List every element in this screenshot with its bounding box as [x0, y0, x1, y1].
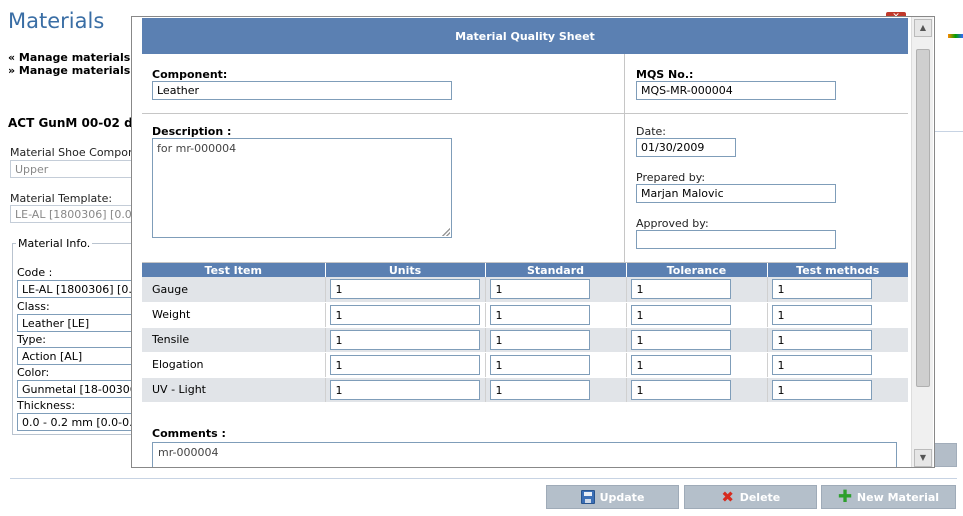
quality-test-table: Test Item Units Standard Tolerance Test … [142, 263, 908, 403]
units-input[interactable]: 1 [329, 279, 480, 300]
material-info-legend: Material Info. [16, 237, 93, 250]
table-row: Weight 1 1 1 1 [142, 302, 908, 328]
thickness-label: Thickness: [17, 399, 76, 412]
color-field[interactable]: Gunmetal [18-00306] [17, 380, 142, 398]
type-label: Type: [17, 333, 46, 346]
col-test-item: Test Item [142, 263, 325, 277]
test-methods-input[interactable]: 1 [771, 379, 872, 400]
scrollbar-thumb[interactable] [916, 49, 930, 387]
comments-label: Comments : [152, 427, 226, 440]
shoe-component-field[interactable]: Upper [10, 160, 140, 178]
col-standard: Standard [484, 263, 626, 277]
save-icon [580, 490, 595, 504]
test-item-name: Tensile [142, 327, 325, 353]
col-tolerance: Tolerance [625, 263, 767, 277]
scroll-up-arrow-icon[interactable]: ▲ [914, 19, 932, 37]
background-button[interactable] [932, 443, 957, 467]
class-label: Class: [17, 300, 50, 313]
new-material-button[interactable]: ✚ New Material [821, 485, 956, 509]
material-template-label: Material Template: [10, 192, 113, 205]
col-test-methods: Test methods [766, 263, 908, 277]
description-field[interactable]: for mr-000004 [152, 138, 452, 238]
test-item-name: Weight [142, 302, 325, 328]
code-label: Code : [17, 266, 53, 279]
standard-input[interactable]: 1 [489, 304, 590, 325]
manage-materials-link-2[interactable]: » Manage materials ir [8, 64, 143, 77]
standard-input[interactable]: 1 [489, 329, 590, 350]
description-label: Description : [152, 125, 232, 138]
table-header-row: Test Item Units Standard Tolerance Test … [142, 263, 908, 277]
dialog-content: Component: Leather MQS No.: MQS-MR-00000… [142, 54, 908, 467]
component-label: Component: [152, 68, 228, 81]
update-button-label: Update [599, 490, 645, 504]
prepared-by-field[interactable]: Marjan Malovic [636, 184, 836, 203]
test-methods-input[interactable]: 1 [771, 329, 872, 350]
table-row: Tensile 1 1 1 1 [142, 327, 908, 353]
column-divider [624, 54, 625, 263]
scroll-down-arrow-icon[interactable]: ▼ [914, 449, 932, 467]
table-row: UV - Light 1 1 1 1 [142, 377, 908, 403]
color-label: Color: [17, 366, 50, 379]
mqs-no-label: MQS No.: [636, 68, 694, 81]
date-field[interactable]: 01/30/2009 [636, 138, 736, 157]
new-material-button-label: New Material [856, 490, 940, 504]
page-title: Materials [8, 9, 105, 33]
dialog-scrollbar[interactable]: ▲ ▼ [911, 17, 933, 467]
plus-icon: ✚ [837, 487, 853, 507]
test-methods-input[interactable]: 1 [771, 279, 872, 300]
type-field[interactable]: Action [AL] [17, 347, 142, 365]
section-header: ACT GunM 00-02 de [8, 116, 141, 130]
test-item-name: Elogation [142, 352, 325, 378]
delete-button[interactable]: ✖ Delete [684, 485, 817, 509]
standard-input[interactable]: 1 [489, 354, 590, 375]
material-quality-sheet-dialog: Material Quality Sheet Component: Leathe… [131, 16, 935, 468]
units-input[interactable]: 1 [329, 354, 480, 375]
standard-input[interactable]: 1 [489, 279, 590, 300]
approved-by-field[interactable] [636, 230, 836, 249]
table-row: Gauge 1 1 1 1 [142, 277, 908, 303]
mqs-no-field[interactable]: MQS-MR-000004 [636, 81, 836, 100]
component-field[interactable]: Leather [152, 81, 452, 100]
resize-handle-icon[interactable] [442, 228, 450, 236]
approved-by-label: Approved by: [636, 217, 709, 230]
class-field[interactable]: Leather [LE] [17, 314, 142, 332]
color-strip [948, 34, 963, 38]
tolerance-input[interactable]: 1 [630, 379, 731, 400]
tolerance-input[interactable]: 1 [630, 279, 731, 300]
col-units: Units [324, 263, 485, 277]
code-field[interactable]: LE-AL [1800306] [0.0-0 [17, 280, 142, 298]
date-label: Date: [636, 125, 666, 138]
table-row: Elogation 1 1 1 1 [142, 352, 908, 378]
material-template-field[interactable]: LE-AL [1800306] [0.0-0 [10, 205, 140, 223]
units-input[interactable]: 1 [329, 329, 480, 350]
manage-materials-link-1[interactable]: « Manage materials ir [8, 51, 143, 64]
test-methods-input[interactable]: 1 [771, 304, 872, 325]
tolerance-input[interactable]: 1 [630, 329, 731, 350]
tolerance-input[interactable]: 1 [630, 304, 731, 325]
update-button[interactable]: Update [546, 485, 679, 509]
units-input[interactable]: 1 [329, 379, 480, 400]
units-input[interactable]: 1 [329, 304, 480, 325]
description-text: for mr-000004 [157, 142, 237, 155]
test-item-name: Gauge [142, 277, 325, 303]
tolerance-input[interactable]: 1 [630, 354, 731, 375]
delete-button-label: Delete [739, 490, 781, 504]
dialog-title: Material Quality Sheet [142, 18, 908, 54]
test-item-name: UV - Light [142, 377, 325, 403]
standard-input[interactable]: 1 [489, 379, 590, 400]
test-methods-input[interactable]: 1 [771, 354, 872, 375]
prepared-by-label: Prepared by: [636, 171, 706, 184]
thickness-field[interactable]: 0.0 - 0.2 mm [0.0-0.2] [17, 413, 142, 431]
comments-field[interactable]: mr-000004 [152, 442, 897, 467]
bottom-divider [10, 478, 957, 479]
delete-icon: ✖ [721, 488, 734, 506]
